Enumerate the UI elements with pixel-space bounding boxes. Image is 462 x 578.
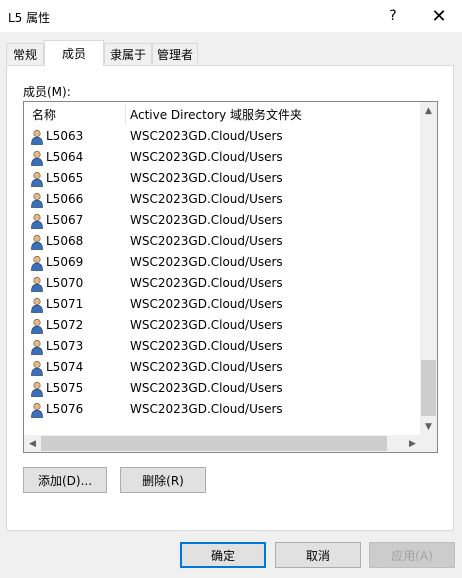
member-name: L5064: [46, 150, 84, 164]
table-row[interactable]: L5067 WSC2023GD.Cloud/Users: [24, 210, 421, 231]
user-icon: [30, 192, 44, 208]
member-folder: WSC2023GD.Cloud/Users: [130, 255, 283, 269]
table-row[interactable]: L5063 WSC2023GD.Cloud/Users: [24, 126, 421, 147]
scroll-down-icon[interactable]: ▼: [420, 418, 437, 435]
table-row[interactable]: L5076 WSC2023GD.Cloud/Users: [24, 399, 421, 420]
column-header-name[interactable]: 名称: [32, 102, 122, 126]
user-icon: [30, 213, 44, 229]
member-name: L5069: [46, 255, 84, 269]
member-folder: WSC2023GD.Cloud/Users: [130, 129, 283, 143]
member-name: L5066: [46, 192, 84, 206]
table-row[interactable]: L5066 WSC2023GD.Cloud/Users: [24, 189, 421, 210]
tab-members[interactable]: 成员: [44, 40, 104, 66]
member-folder: WSC2023GD.Cloud/Users: [130, 297, 283, 311]
scroll-up-icon[interactable]: ▲: [420, 102, 437, 119]
member-name: L5070: [46, 276, 84, 290]
user-icon: [30, 150, 44, 166]
user-icon: [30, 234, 44, 250]
tab-panel-members: 成员(M): 名称 Active Directory 域服务文件夹 L5063 W…: [6, 65, 454, 531]
members-list[interactable]: 名称 Active Directory 域服务文件夹 L5063 WSC2023G…: [23, 101, 438, 453]
scroll-corner: [420, 435, 437, 452]
table-row[interactable]: L5075 WSC2023GD.Cloud/Users: [24, 378, 421, 399]
add-member-button[interactable]: 添加(D)...: [23, 467, 107, 493]
scroll-left-icon[interactable]: ◀: [24, 435, 41, 452]
title-bar: L5 属性 ? ✕: [0, 0, 462, 32]
member-folder: WSC2023GD.Cloud/Users: [130, 318, 283, 332]
ok-button[interactable]: 确定: [180, 542, 266, 568]
member-folder: WSC2023GD.Cloud/Users: [130, 360, 283, 374]
member-name: L5067: [46, 213, 84, 227]
member-folder: WSC2023GD.Cloud/Users: [130, 276, 283, 290]
tab-member-of[interactable]: 隶属于: [104, 43, 152, 64]
member-name: L5073: [46, 339, 84, 353]
user-icon: [30, 171, 44, 187]
table-row[interactable]: L5072 WSC2023GD.Cloud/Users: [24, 315, 421, 336]
scroll-right-icon[interactable]: ▶: [404, 435, 421, 452]
member-name: L5071: [46, 297, 84, 311]
remove-member-button[interactable]: 删除(R): [120, 467, 206, 493]
vertical-scrollbar[interactable]: ▲ ▼: [420, 102, 437, 435]
column-header-folder[interactable]: Active Directory 域服务文件夹: [130, 102, 410, 126]
member-name: L5075: [46, 381, 84, 395]
table-row[interactable]: L5071 WSC2023GD.Cloud/Users: [24, 294, 421, 315]
help-button[interactable]: ?: [370, 0, 416, 32]
cancel-button[interactable]: 取消: [275, 542, 361, 568]
list-rows: L5063 WSC2023GD.Cloud/Users L5064 WSC2023GD…: [24, 126, 421, 420]
member-name: L5068: [46, 234, 84, 248]
horizontal-scroll-thumb[interactable]: [41, 436, 387, 451]
member-folder: WSC2023GD.Cloud/Users: [130, 150, 283, 164]
user-icon: [30, 402, 44, 418]
member-folder: WSC2023GD.Cloud/Users: [130, 402, 283, 416]
member-name: L5076: [46, 402, 84, 416]
member-folder: WSC2023GD.Cloud/Users: [130, 171, 283, 185]
table-row[interactable]: L5074 WSC2023GD.Cloud/Users: [24, 357, 421, 378]
user-icon: [30, 339, 44, 355]
user-icon: [30, 318, 44, 334]
member-folder: WSC2023GD.Cloud/Users: [130, 213, 283, 227]
window-title: L5 属性: [8, 11, 51, 25]
table-row[interactable]: L5073 WSC2023GD.Cloud/Users: [24, 336, 421, 357]
member-name: L5065: [46, 171, 84, 185]
horizontal-scrollbar[interactable]: ◀ ▶: [24, 435, 421, 452]
members-label: 成员(M):: [23, 85, 71, 99]
list-header: 名称 Active Directory 域服务文件夹: [24, 102, 421, 126]
tab-strip: 常规 成员 隶属于 管理者: [0, 40, 462, 66]
member-folder: WSC2023GD.Cloud/Users: [130, 234, 283, 248]
close-button[interactable]: ✕: [416, 0, 462, 32]
member-folder: WSC2023GD.Cloud/Users: [130, 192, 283, 206]
table-row[interactable]: L5068 WSC2023GD.Cloud/Users: [24, 231, 421, 252]
tab-managed-by[interactable]: 管理者: [152, 43, 198, 64]
column-divider[interactable]: [125, 104, 126, 124]
tab-general[interactable]: 常规: [6, 43, 44, 64]
apply-button[interactable]: 应用(A): [369, 542, 455, 568]
user-icon: [30, 297, 44, 313]
user-icon: [30, 381, 44, 397]
table-row[interactable]: L5064 WSC2023GD.Cloud/Users: [24, 147, 421, 168]
table-row[interactable]: L5070 WSC2023GD.Cloud/Users: [24, 273, 421, 294]
vertical-scroll-thumb[interactable]: [421, 360, 436, 416]
member-name: L5063: [46, 129, 84, 143]
user-icon: [30, 360, 44, 376]
user-icon: [30, 129, 44, 145]
table-row[interactable]: L5069 WSC2023GD.Cloud/Users: [24, 252, 421, 273]
member-folder: WSC2023GD.Cloud/Users: [130, 339, 283, 353]
user-icon: [30, 255, 44, 271]
member-name: L5074: [46, 360, 84, 374]
user-icon: [30, 276, 44, 292]
member-name: L5072: [46, 318, 84, 332]
member-folder: WSC2023GD.Cloud/Users: [130, 381, 283, 395]
table-row[interactable]: L5065 WSC2023GD.Cloud/Users: [24, 168, 421, 189]
